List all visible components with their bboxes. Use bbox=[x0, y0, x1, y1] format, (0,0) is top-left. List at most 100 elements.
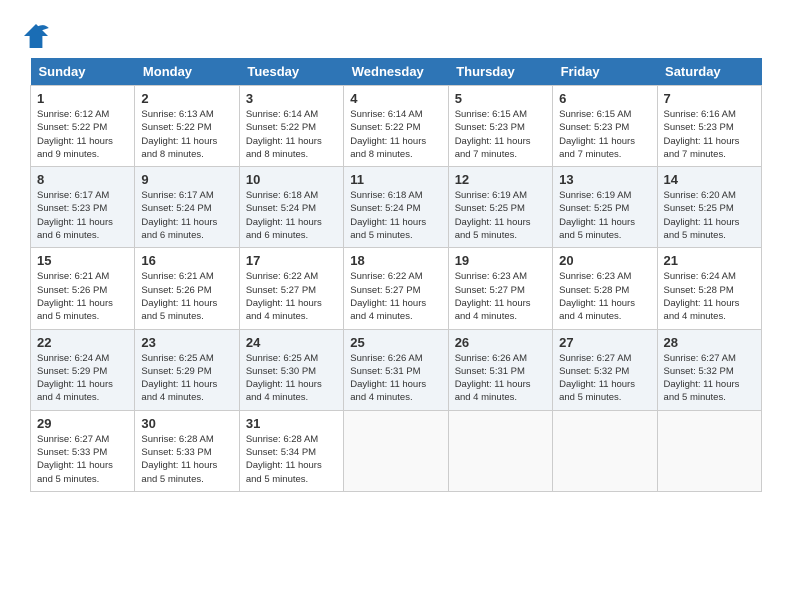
day-info: Sunrise: 6:23 AMSunset: 5:28 PMDaylight:… bbox=[559, 270, 650, 323]
calendar-cell: 8 Sunrise: 6:17 AMSunset: 5:23 PMDaylight… bbox=[31, 167, 135, 248]
calendar-cell: 11 Sunrise: 6:18 AMSunset: 5:24 PMDayligh… bbox=[344, 167, 448, 248]
day-number: 30 bbox=[141, 416, 232, 431]
calendar-cell: 13Sunrise: 6:19 AMSunset: 5:25 PMDayligh… bbox=[553, 167, 657, 248]
day-info: Sunrise: 6:19 AMSunset: 5:25 PMDaylight:… bbox=[455, 189, 546, 242]
calendar-cell: 3 Sunrise: 6:14 AMSunset: 5:22 PMDaylight… bbox=[239, 86, 343, 167]
calendar-cell: 26 Sunrise: 6:26 AMSunset: 5:31 PMDayligh… bbox=[448, 329, 552, 410]
day-info: Sunrise: 6:24 AMSunset: 5:28 PMDaylight:… bbox=[664, 270, 755, 323]
calendar-week-row: 29 Sunrise: 6:27 AMSunset: 5:33 PMDayligh… bbox=[31, 410, 762, 491]
calendar-cell: 4 Sunrise: 6:14 AMSunset: 5:22 PMDaylight… bbox=[344, 86, 448, 167]
calendar-cell bbox=[448, 410, 552, 491]
day-info: Sunrise: 6:26 AMSunset: 5:31 PMDaylight:… bbox=[455, 352, 546, 405]
day-number: 1 bbox=[37, 91, 128, 106]
day-number: 15 bbox=[37, 253, 128, 268]
calendar-week-row: 15 Sunrise: 6:21 AMSunset: 5:26 PMDayligh… bbox=[31, 248, 762, 329]
calendar-cell: 28 Sunrise: 6:27 AMSunset: 5:32 PMDayligh… bbox=[657, 329, 761, 410]
calendar-cell bbox=[657, 410, 761, 491]
day-number: 25 bbox=[350, 335, 441, 350]
day-number: 14 bbox=[664, 172, 755, 187]
day-info: Sunrise: 6:28 AMSunset: 5:34 PMDaylight:… bbox=[246, 433, 337, 486]
day-info: Sunrise: 6:12 AMSunset: 5:22 PMDaylight:… bbox=[37, 108, 128, 161]
header bbox=[10, 10, 782, 58]
calendar-cell: 29 Sunrise: 6:27 AMSunset: 5:33 PMDayligh… bbox=[31, 410, 135, 491]
day-info: Sunrise: 6:13 AMSunset: 5:22 PMDaylight:… bbox=[141, 108, 232, 161]
day-info: Sunrise: 6:17 AMSunset: 5:24 PMDaylight:… bbox=[141, 189, 232, 242]
calendar-cell bbox=[344, 410, 448, 491]
day-number: 24 bbox=[246, 335, 337, 350]
calendar-cell: 14 Sunrise: 6:20 AMSunset: 5:25 PMDayligh… bbox=[657, 167, 761, 248]
day-of-week-header: Tuesday bbox=[239, 58, 343, 86]
calendar-cell: 30 Sunrise: 6:28 AMSunset: 5:33 PMDayligh… bbox=[135, 410, 239, 491]
day-info: Sunrise: 6:18 AMSunset: 5:24 PMDaylight:… bbox=[350, 189, 441, 242]
day-info: Sunrise: 6:27 AMSunset: 5:32 PMDaylight:… bbox=[559, 352, 650, 405]
day-info: Sunrise: 6:14 AMSunset: 5:22 PMDaylight:… bbox=[246, 108, 337, 161]
calendar-cell: 22 Sunrise: 6:24 AMSunset: 5:29 PMDayligh… bbox=[31, 329, 135, 410]
day-of-week-header: Sunday bbox=[31, 58, 135, 86]
day-of-week-header: Monday bbox=[135, 58, 239, 86]
calendar-cell: 27Sunrise: 6:27 AMSunset: 5:32 PMDayligh… bbox=[553, 329, 657, 410]
day-of-week-header: Friday bbox=[553, 58, 657, 86]
day-number: 17 bbox=[246, 253, 337, 268]
day-number: 21 bbox=[664, 253, 755, 268]
calendar-cell: 17Sunrise: 6:22 AMSunset: 5:27 PMDayligh… bbox=[239, 248, 343, 329]
calendar-cell: 16Sunrise: 6:21 AMSunset: 5:26 PMDayligh… bbox=[135, 248, 239, 329]
calendar-header-row: SundayMondayTuesdayWednesdayThursdayFrid… bbox=[31, 58, 762, 86]
day-number: 20 bbox=[559, 253, 650, 268]
day-info: Sunrise: 6:15 AMSunset: 5:23 PMDaylight:… bbox=[455, 108, 546, 161]
calendar-cell: 19Sunrise: 6:23 AMSunset: 5:27 PMDayligh… bbox=[448, 248, 552, 329]
calendar-cell: 25 Sunrise: 6:26 AMSunset: 5:31 PMDayligh… bbox=[344, 329, 448, 410]
day-of-week-header: Saturday bbox=[657, 58, 761, 86]
day-number: 4 bbox=[350, 91, 441, 106]
calendar-cell: 10Sunrise: 6:18 AMSunset: 5:24 PMDayligh… bbox=[239, 167, 343, 248]
calendar-cell: 24Sunrise: 6:25 AMSunset: 5:30 PMDayligh… bbox=[239, 329, 343, 410]
calendar-cell: 23 Sunrise: 6:25 AMSunset: 5:29 PMDayligh… bbox=[135, 329, 239, 410]
day-info: Sunrise: 6:27 AMSunset: 5:32 PMDaylight:… bbox=[664, 352, 755, 405]
day-of-week-header: Thursday bbox=[448, 58, 552, 86]
day-number: 2 bbox=[141, 91, 232, 106]
day-number: 23 bbox=[141, 335, 232, 350]
day-number: 8 bbox=[37, 172, 128, 187]
day-info: Sunrise: 6:16 AMSunset: 5:23 PMDaylight:… bbox=[664, 108, 755, 161]
day-number: 11 bbox=[350, 172, 441, 187]
calendar-cell: 15 Sunrise: 6:21 AMSunset: 5:26 PMDayligh… bbox=[31, 248, 135, 329]
day-number: 31 bbox=[246, 416, 337, 431]
calendar-cell: 31 Sunrise: 6:28 AMSunset: 5:34 PMDayligh… bbox=[239, 410, 343, 491]
calendar-cell: 20 Sunrise: 6:23 AMSunset: 5:28 PMDayligh… bbox=[553, 248, 657, 329]
day-number: 18 bbox=[350, 253, 441, 268]
calendar-cell: 21 Sunrise: 6:24 AMSunset: 5:28 PMDayligh… bbox=[657, 248, 761, 329]
day-number: 6 bbox=[559, 91, 650, 106]
calendar-week-row: 22 Sunrise: 6:24 AMSunset: 5:29 PMDayligh… bbox=[31, 329, 762, 410]
day-info: Sunrise: 6:14 AMSunset: 5:22 PMDaylight:… bbox=[350, 108, 441, 161]
day-info: Sunrise: 6:28 AMSunset: 5:33 PMDaylight:… bbox=[141, 433, 232, 486]
day-info: Sunrise: 6:20 AMSunset: 5:25 PMDaylight:… bbox=[664, 189, 755, 242]
calendar-cell: 7 Sunrise: 6:16 AMSunset: 5:23 PMDaylight… bbox=[657, 86, 761, 167]
day-number: 5 bbox=[455, 91, 546, 106]
calendar-week-row: 8 Sunrise: 6:17 AMSunset: 5:23 PMDaylight… bbox=[31, 167, 762, 248]
day-info: Sunrise: 6:18 AMSunset: 5:24 PMDaylight:… bbox=[246, 189, 337, 242]
calendar-cell: 18Sunrise: 6:22 AMSunset: 5:27 PMDayligh… bbox=[344, 248, 448, 329]
calendar-cell: 1 Sunrise: 6:12 AMSunset: 5:22 PMDaylight… bbox=[31, 86, 135, 167]
day-number: 26 bbox=[455, 335, 546, 350]
calendar-cell: 12 Sunrise: 6:19 AMSunset: 5:25 PMDayligh… bbox=[448, 167, 552, 248]
calendar-cell: 2 Sunrise: 6:13 AMSunset: 5:22 PMDaylight… bbox=[135, 86, 239, 167]
day-info: Sunrise: 6:25 AMSunset: 5:29 PMDaylight:… bbox=[141, 352, 232, 405]
day-number: 7 bbox=[664, 91, 755, 106]
calendar-table: SundayMondayTuesdayWednesdayThursdayFrid… bbox=[30, 58, 762, 492]
calendar-cell: 6 Sunrise: 6:15 AMSunset: 5:23 PMDaylight… bbox=[553, 86, 657, 167]
day-info: Sunrise: 6:17 AMSunset: 5:23 PMDaylight:… bbox=[37, 189, 128, 242]
day-info: Sunrise: 6:23 AMSunset: 5:27 PMDaylight:… bbox=[455, 270, 546, 323]
logo bbox=[20, 20, 58, 52]
day-info: Sunrise: 6:15 AMSunset: 5:23 PMDaylight:… bbox=[559, 108, 650, 161]
day-info: Sunrise: 6:27 AMSunset: 5:33 PMDaylight:… bbox=[37, 433, 128, 486]
calendar-cell bbox=[553, 410, 657, 491]
day-info: Sunrise: 6:24 AMSunset: 5:29 PMDaylight:… bbox=[37, 352, 128, 405]
day-info: Sunrise: 6:21 AMSunset: 5:26 PMDaylight:… bbox=[141, 270, 232, 323]
day-number: 3 bbox=[246, 91, 337, 106]
day-of-week-header: Wednesday bbox=[344, 58, 448, 86]
day-info: Sunrise: 6:21 AMSunset: 5:26 PMDaylight:… bbox=[37, 270, 128, 323]
day-number: 28 bbox=[664, 335, 755, 350]
day-number: 12 bbox=[455, 172, 546, 187]
day-number: 22 bbox=[37, 335, 128, 350]
day-number: 29 bbox=[37, 416, 128, 431]
day-info: Sunrise: 6:26 AMSunset: 5:31 PMDaylight:… bbox=[350, 352, 441, 405]
